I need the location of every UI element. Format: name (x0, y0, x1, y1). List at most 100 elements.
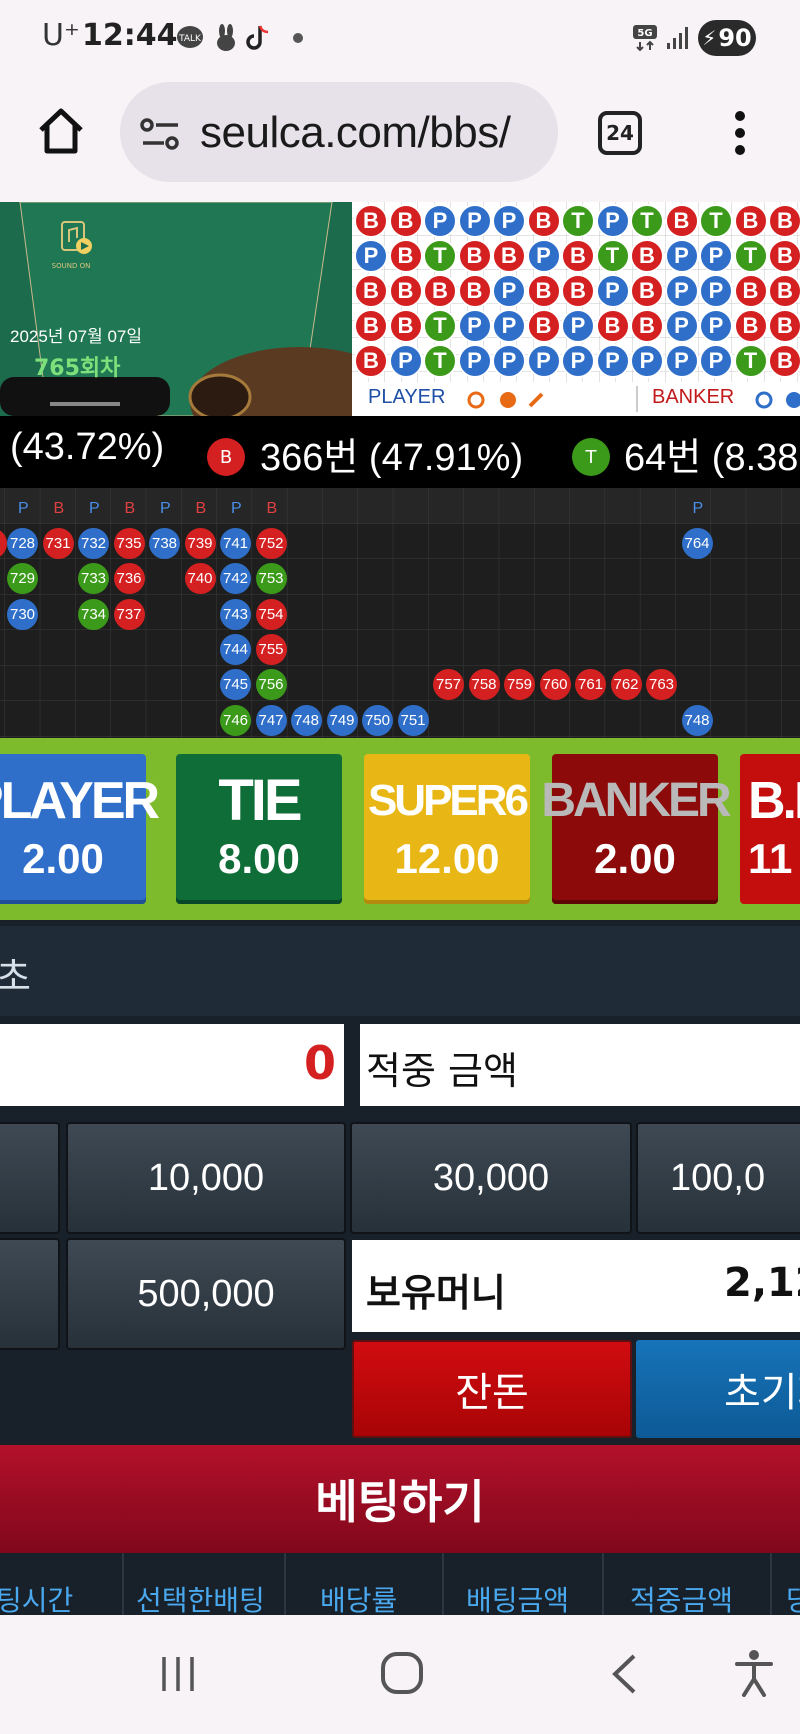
hold-money-label: 보유머니 (366, 1271, 506, 1315)
legend-divider (636, 386, 638, 412)
clock: 12:44 (82, 18, 178, 53)
roadmap-cell: P (664, 309, 699, 343)
sound-icon (61, 221, 92, 254)
roadmap-cell: B (388, 309, 423, 343)
chip-30000-button[interactable]: 30,000 (350, 1122, 632, 1234)
bet-tie-button[interactable]: TIE 8.00 (176, 754, 342, 904)
bead-cell: 760 (539, 669, 571, 701)
col-divider (284, 1553, 286, 1615)
bet-odds: 2.00 (594, 835, 676, 882)
bet-banker-button[interactable]: BANKER 2.00 (541, 754, 732, 904)
change-button[interactable]: 잔돈 (352, 1340, 632, 1438)
bead-cell: 761 (575, 669, 606, 701)
bead-header: P (89, 500, 100, 517)
roadmap-cell: B (595, 309, 630, 343)
bead-cell: 751 (397, 704, 429, 736)
chip-10000-button[interactable]: 10,000 (66, 1122, 346, 1234)
bead-cell: 764 (681, 528, 713, 559)
chip-button-hidden[interactable] (0, 1122, 60, 1234)
roadmap-cell: T (733, 344, 768, 378)
history-table-header: 팅시간 선택한배팅 배당률 배팅금액 적중금액 당 (0, 1553, 800, 1617)
home-nav-icon[interactable] (380, 1651, 424, 1699)
legend-player-markers (467, 391, 544, 409)
roadmap-cell: B (561, 239, 595, 273)
bet-player-button[interactable]: PLAYER 2.00 (0, 754, 160, 904)
timer-row: 초 (0, 926, 800, 1016)
history-col-amount: 배팅금액 (466, 1584, 570, 1617)
back-icon[interactable] (610, 1653, 640, 1699)
roadmap-cell: B (733, 204, 768, 238)
player-stat: (43.72%) (10, 426, 165, 468)
notification-dot-icon (284, 24, 312, 52)
bead-header: B (124, 500, 136, 517)
sound-toggle[interactable]: SOUND ON (52, 220, 96, 274)
hold-money-value: 2,12 (724, 1260, 800, 1306)
roadmap-cell: P (699, 274, 733, 308)
bead-cell: 754 (255, 598, 287, 630)
bead-cell: 758 (468, 669, 500, 701)
tiktok-icon (244, 24, 272, 52)
roadmap-cell: B (457, 239, 492, 273)
bet-bp-button[interactable]: B.P 11 (740, 754, 800, 904)
roadmap-cell: B (768, 344, 800, 378)
roadmap-cell: B (354, 344, 388, 378)
bead-cell: 750 (362, 704, 393, 736)
roadmap-cell: B (354, 204, 388, 238)
bead-cell: 747 (255, 704, 287, 736)
chip-500000-button[interactable]: 500,000 (66, 1238, 346, 1350)
bet-odds: 2.00 (22, 835, 104, 882)
history-col-win: 적중금액 (630, 1584, 734, 1617)
bet-name: PLAYER (0, 772, 160, 830)
round-number: 765회차 (34, 356, 121, 381)
bead-cell: 732 (78, 528, 109, 559)
bet-odds: 11 (748, 835, 793, 882)
roadmap-cell: P (664, 274, 699, 308)
roadmap-cell: B (354, 274, 388, 308)
accessibility-icon[interactable] (734, 1649, 774, 1701)
roadmap-cell: P (354, 239, 388, 273)
bead-cell: 748 (681, 704, 713, 736)
history-col-time: 팅시간 (0, 1584, 74, 1617)
home-icon[interactable] (36, 106, 86, 160)
col-divider (442, 1553, 444, 1615)
bead-cell: 753 (255, 563, 287, 595)
bet-name: BANKER (541, 774, 731, 827)
bead-cell: 730 (7, 598, 38, 630)
site-settings-icon[interactable] (140, 116, 182, 156)
url-text[interactable]: seulca.com/bbs/ (200, 108, 511, 158)
charging-icon: ⚡ (702, 26, 717, 50)
roadmap-cell: B (457, 274, 492, 308)
roadmap-cell: B (768, 309, 800, 343)
bet-super6-button[interactable]: SUPER6 12.00 (364, 754, 530, 904)
bead-cell: 763 (646, 669, 677, 701)
recent-apps-icon[interactable] (158, 1653, 198, 1697)
chip-button-hidden-2[interactable] (0, 1238, 60, 1350)
bead-cell: 746 (220, 704, 251, 736)
sound-label: SOUND ON (51, 262, 91, 270)
tie-stat: 64번 (8.38 (624, 437, 799, 479)
roadmap-cell: P (388, 344, 423, 378)
carrier-label: U⁺ (42, 18, 80, 53)
roadmap-cell: P (561, 309, 595, 343)
roadmap-cell: B (423, 274, 457, 308)
reset-button[interactable]: 초기화 (636, 1340, 800, 1438)
bead-header: P (160, 500, 171, 517)
roadmap-cell: T (699, 204, 733, 238)
roadmap-cell: T (423, 239, 457, 273)
roadmap-cell: B (733, 274, 768, 308)
roadmap-cell: B (388, 274, 423, 308)
bead-cell: 755 (255, 633, 287, 665)
chip-100000-button[interactable]: 100,0 (636, 1122, 800, 1234)
game-date: 2025년 07월 07일 (10, 327, 143, 346)
bead-cell: 759 (504, 669, 535, 701)
col-divider (770, 1553, 772, 1615)
bead-cell: 731 (42, 528, 74, 559)
more-menu-icon[interactable] (730, 108, 750, 162)
roadmap-cell: B (492, 239, 526, 273)
place-bet-button[interactable]: 베팅하기 (0, 1445, 800, 1553)
bet-amount-field[interactable]: 0 (0, 1024, 344, 1106)
bet-name: SUPER6 (367, 776, 529, 825)
bead-cell: 728 (7, 528, 38, 559)
tab-switcher-button[interactable]: 24 (598, 111, 642, 155)
banker-badge: B (207, 438, 245, 476)
